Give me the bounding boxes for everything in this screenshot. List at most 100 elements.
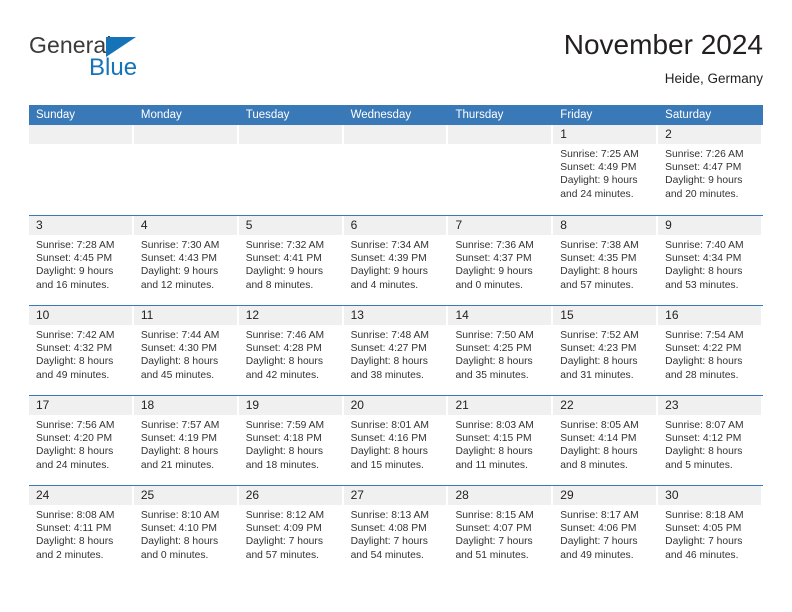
- daylight-text-line2: and 57 minutes.: [245, 549, 319, 561]
- daylight-text-line1: Daylight: 8 hours: [665, 266, 743, 278]
- title-block: November 2024 Heide, Germany: [564, 28, 763, 88]
- sunset-text: Sunset: 4:15 PM: [455, 433, 532, 445]
- weekday-tuesday: Tuesday: [245, 109, 290, 121]
- daylight-text-line1: Daylight: 9 hours: [245, 266, 323, 278]
- day-details: Sunrise: 7:56 AM Sunset: 4:20 PM Dayligh…: [29, 415, 132, 472]
- page-header: General Blue November 2024 Heide, German…: [29, 28, 763, 100]
- day-cell: 21 Sunrise: 8:03 AM Sunset: 4:15 PM Dayl…: [448, 396, 553, 485]
- day-cell: 24 Sunrise: 8:08 AM Sunset: 4:11 PM Dayl…: [29, 486, 134, 575]
- day-details: Sunrise: 7:59 AM Sunset: 4:18 PM Dayligh…: [239, 415, 342, 472]
- day-number: 19: [238, 396, 342, 415]
- daylight-text-line1: Daylight: 9 hours: [36, 266, 114, 278]
- daylight-text-line1: Daylight: 8 hours: [350, 446, 428, 458]
- daylight-text-line2: and 21 minutes.: [140, 459, 215, 471]
- day-number: [133, 125, 237, 144]
- sunrise-text: Sunrise: 8:08 AM: [36, 510, 115, 521]
- day-number: 7: [448, 216, 552, 235]
- day-number: 20: [343, 396, 447, 415]
- daylight-text-line1: Daylight: 8 hours: [560, 266, 638, 278]
- sunrise-text: Sunrise: 7:28 AM: [36, 240, 115, 251]
- day-cell: [238, 125, 344, 215]
- sunrise-text: Sunrise: 7:46 AM: [245, 330, 325, 341]
- day-number: 26: [238, 486, 342, 505]
- sunrise-text: Sunrise: 7:42 AM: [36, 330, 115, 341]
- day-number: 27: [343, 486, 447, 505]
- daylight-text-line2: and 5 minutes.: [665, 459, 733, 471]
- daylight-text-line2: and 20 minutes.: [665, 188, 739, 200]
- sunrise-text: Sunrise: 7:36 AM: [455, 240, 534, 251]
- day-details: Sunrise: 7:25 AM Sunset: 4:49 PM Dayligh…: [553, 144, 656, 201]
- day-number: [448, 125, 552, 144]
- day-details: Sunrise: 7:50 AM Sunset: 4:25 PM Dayligh…: [448, 325, 551, 382]
- day-number: 17: [29, 396, 132, 415]
- sunrise-text: Sunrise: 8:18 AM: [665, 510, 744, 521]
- daylight-text-line1: Daylight: 9 hours: [350, 266, 428, 278]
- daylight-text-line1: Daylight: 8 hours: [36, 446, 114, 458]
- daylight-text-line1: Daylight: 8 hours: [350, 356, 428, 368]
- day-details: Sunrise: 8:07 AM Sunset: 4:12 PM Dayligh…: [658, 415, 761, 472]
- day-details: Sunrise: 8:12 AM Sunset: 4:09 PM Dayligh…: [239, 505, 342, 562]
- day-details: Sunrise: 8:01 AM Sunset: 4:16 PM Dayligh…: [344, 415, 447, 472]
- sunrise-text: Sunrise: 7:32 AM: [245, 240, 325, 251]
- sunset-text: Sunset: 4:08 PM: [350, 523, 427, 535]
- sunset-text: Sunset: 4:06 PM: [560, 523, 637, 535]
- day-details: Sunrise: 7:52 AM Sunset: 4:23 PM Dayligh…: [553, 325, 656, 382]
- sunset-text: Sunset: 4:09 PM: [245, 523, 322, 535]
- day-cell: 18 Sunrise: 7:57 AM Sunset: 4:19 PM Dayl…: [133, 396, 239, 485]
- daylight-text-line2: and 57 minutes.: [560, 279, 634, 291]
- day-number: [238, 125, 342, 144]
- sunset-text: Sunset: 4:27 PM: [350, 343, 427, 355]
- day-details: [239, 144, 342, 148]
- day-number: 21: [448, 396, 552, 415]
- daylight-text-line1: Daylight: 9 hours: [560, 175, 638, 187]
- day-details: Sunrise: 7:44 AM Sunset: 4:30 PM Dayligh…: [134, 325, 237, 382]
- sunset-text: Sunset: 4:39 PM: [350, 253, 427, 265]
- day-number: 11: [133, 306, 237, 325]
- day-details: Sunrise: 7:40 AM Sunset: 4:34 PM Dayligh…: [658, 235, 761, 292]
- daylight-text-line1: Daylight: 8 hours: [140, 446, 219, 458]
- day-number: 25: [133, 486, 237, 505]
- daylight-text-line1: Daylight: 8 hours: [560, 446, 638, 458]
- week-row: 24 Sunrise: 8:08 AM Sunset: 4:11 PM Dayl…: [29, 485, 763, 575]
- sunset-text: Sunset: 4:14 PM: [560, 433, 637, 445]
- week-row: 17 Sunrise: 7:56 AM Sunset: 4:20 PM Dayl…: [29, 395, 763, 485]
- sunset-text: Sunset: 4:45 PM: [36, 253, 113, 265]
- day-cell: 5 Sunrise: 7:32 AM Sunset: 4:41 PM Dayli…: [238, 216, 344, 305]
- sunrise-text: Sunrise: 7:40 AM: [665, 240, 744, 251]
- sunrise-text: Sunrise: 8:17 AM: [560, 510, 639, 521]
- day-number: 4: [133, 216, 237, 235]
- sunset-text: Sunset: 4:12 PM: [665, 433, 742, 445]
- day-number: 29: [553, 486, 657, 505]
- location-subtitle: Heide, Germany: [664, 71, 763, 86]
- day-cell: 1 Sunrise: 7:25 AM Sunset: 4:49 PM Dayli…: [553, 125, 658, 215]
- week-row: 1 Sunrise: 7:25 AM Sunset: 4:49 PM Dayli…: [29, 125, 763, 215]
- sunset-text: Sunset: 4:07 PM: [455, 523, 532, 535]
- daylight-text-line1: Daylight: 8 hours: [560, 356, 638, 368]
- daylight-text-line2: and 4 minutes.: [350, 279, 419, 291]
- day-details: Sunrise: 8:15 AM Sunset: 4:07 PM Dayligh…: [448, 505, 551, 562]
- day-details: Sunrise: 7:38 AM Sunset: 4:35 PM Dayligh…: [553, 235, 656, 292]
- daylight-text-line1: Daylight: 8 hours: [245, 356, 323, 368]
- sunrise-text: Sunrise: 8:07 AM: [665, 420, 744, 431]
- day-number: 24: [29, 486, 132, 505]
- sunrise-text: Sunrise: 8:13 AM: [350, 510, 429, 521]
- day-details: Sunrise: 8:10 AM Sunset: 4:10 PM Dayligh…: [134, 505, 237, 562]
- day-number: 30: [658, 486, 762, 505]
- sunrise-text: Sunrise: 8:05 AM: [560, 420, 639, 431]
- day-details: Sunrise: 7:46 AM Sunset: 4:28 PM Dayligh…: [239, 325, 342, 382]
- daylight-text-line1: Daylight: 8 hours: [455, 446, 533, 458]
- day-cell: 3 Sunrise: 7:28 AM Sunset: 4:45 PM Dayli…: [29, 216, 134, 305]
- sunset-text: Sunset: 4:37 PM: [455, 253, 532, 265]
- sunset-text: Sunset: 4:20 PM: [36, 433, 113, 445]
- day-number: 3: [29, 216, 132, 235]
- day-number: [29, 125, 132, 144]
- day-cell: 30 Sunrise: 8:18 AM Sunset: 4:05 PM Dayl…: [658, 486, 763, 575]
- day-details: [29, 144, 132, 148]
- day-cell: [29, 125, 134, 215]
- day-details: Sunrise: 8:03 AM Sunset: 4:15 PM Dayligh…: [448, 415, 551, 472]
- sunrise-text: Sunrise: 7:38 AM: [560, 240, 639, 251]
- daylight-text-line1: Daylight: 8 hours: [245, 446, 323, 458]
- day-cell: 10 Sunrise: 7:42 AM Sunset: 4:32 PM Dayl…: [29, 306, 134, 395]
- day-cell: 9 Sunrise: 7:40 AM Sunset: 4:34 PM Dayli…: [658, 216, 763, 305]
- day-cell: 19 Sunrise: 7:59 AM Sunset: 4:18 PM Dayl…: [238, 396, 344, 485]
